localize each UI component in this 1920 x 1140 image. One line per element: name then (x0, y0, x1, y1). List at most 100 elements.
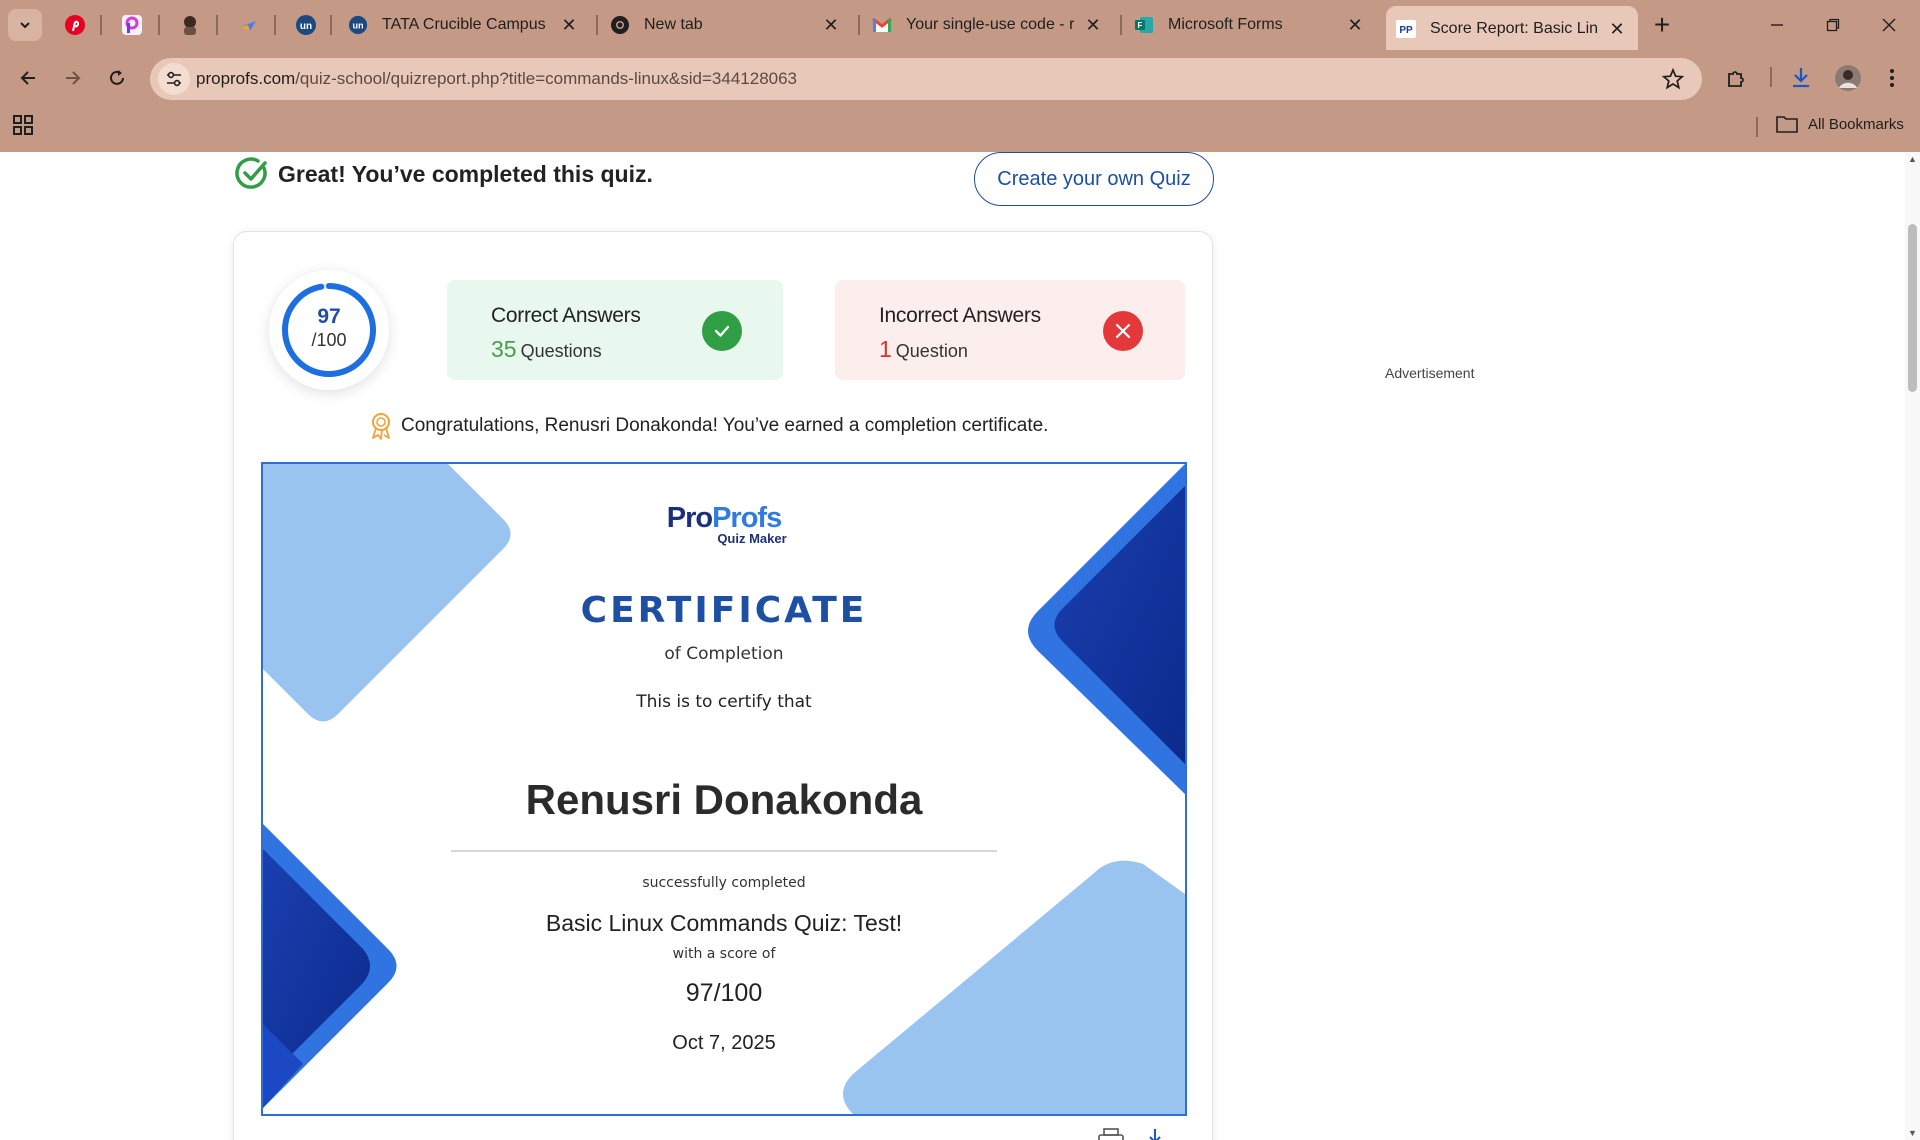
pinned-tab-pinterest[interactable] (58, 9, 92, 41)
score-ring: 97 /100 (269, 270, 389, 390)
close-icon[interactable]: ✕ (1082, 14, 1104, 36)
pinned-tab-avatar[interactable] (173, 9, 207, 41)
cross-badge (1103, 311, 1143, 351)
quiz-complete-banner: Great! You’ve completed this quiz. (234, 156, 653, 192)
url-text[interactable]: proprofs.com/quiz-school/quizreport.php?… (196, 69, 797, 89)
pinned-tab-gemini[interactable] (231, 9, 265, 41)
print-icon (1098, 1128, 1124, 1140)
address-bar[interactable]: proprofs.com/quiz-school/quizreport.php?… (150, 58, 1702, 100)
certificate: ProProfs Quiz Maker CERTIFICATE of Compl… (261, 462, 1187, 1116)
chrome-icon (611, 16, 629, 34)
tab-strip: un un TATA Crucible Campus Qu ✕ New tab … (0, 0, 1920, 50)
menu-button[interactable] (1876, 62, 1908, 94)
check-circle-icon (235, 157, 267, 189)
quiz-complete-text: Great! You’ve completed this quiz. (278, 160, 653, 187)
close-icon[interactable]: ✕ (820, 14, 842, 36)
certificate-date: Oct 7, 2025 (672, 1032, 776, 1054)
name-divider (451, 850, 997, 852)
close-window-button[interactable] (1866, 8, 1912, 42)
apps-button[interactable] (12, 114, 34, 141)
pinned-tab-unstop[interactable]: un (289, 9, 323, 41)
congrats-message: Congratulations, Renusri Donakonda! You’… (369, 412, 1048, 440)
arrow-left-icon (20, 71, 35, 85)
profile-avatar[interactable] (1832, 62, 1864, 94)
download-certificate-button[interactable] (1144, 1128, 1166, 1140)
star-icon (1661, 67, 1685, 90)
create-quiz-button[interactable]: Create your own Quiz (974, 152, 1214, 206)
advertisement-label: Advertisement (1385, 365, 1475, 381)
reload-icon (110, 70, 124, 85)
bookmark-star-button[interactable] (1661, 67, 1685, 95)
tune-icon (167, 71, 181, 87)
close-icon[interactable]: ✕ (1606, 18, 1628, 40)
proprofs-icon: PP (1396, 20, 1416, 38)
scroll-thumb[interactable] (1908, 224, 1917, 392)
extensions-button[interactable] (1720, 62, 1752, 94)
incorrect-answers-count: 1 Question (879, 336, 968, 363)
forward-button[interactable] (57, 62, 89, 94)
tab-new-tab[interactable]: New tab ✕ (600, 8, 852, 42)
quiz-name: Basic Linux Commands Quiz: Test! (545, 910, 903, 936)
tab-microsoft-forms[interactable]: F Microsoft Forms ✕ (1124, 8, 1376, 42)
page-scrollbar[interactable]: ▲ ▼ (1905, 152, 1920, 1140)
tab-title: Your single-use code - ren (906, 16, 1074, 33)
restore-button[interactable] (1810, 8, 1856, 42)
certificate-title: CERTIFICATE (580, 590, 868, 631)
minimize-icon (1771, 24, 1783, 26)
forms-icon: F (1135, 17, 1153, 33)
close-icon (1115, 323, 1131, 339)
more-vertical-icon (1890, 69, 1894, 87)
downloads-button[interactable] (1785, 62, 1817, 94)
close-icon (1882, 18, 1896, 32)
scroll-down-arrow[interactable]: ▼ (1907, 1128, 1918, 1138)
url-path: /quiz-school/quizreport.php?title=comman… (295, 69, 798, 88)
recipient-name: Renusri Donakonda (525, 776, 923, 823)
incorrect-unit: Question (895, 341, 968, 361)
completed-text: successfully completed (642, 875, 806, 891)
svg-text:F: F (1138, 21, 1143, 30)
svg-text:PP: PP (1399, 25, 1413, 36)
correct-answers-title: Correct Answers (491, 304, 641, 327)
check-badge (702, 311, 742, 351)
logo-pro: Pro (666, 502, 713, 534)
incorrect-answers-panel: Incorrect Answers 1 Question (835, 280, 1185, 380)
pinterest-icon (65, 15, 85, 35)
minimize-button[interactable] (1754, 8, 1800, 42)
score-value: 97 (317, 305, 341, 328)
unstop-icon: un (348, 15, 368, 35)
print-button[interactable] (1098, 1128, 1124, 1140)
scroll-up-arrow[interactable]: ▲ (1907, 154, 1918, 164)
close-icon[interactable]: ✕ (1344, 14, 1366, 36)
correct-unit: Questions (520, 341, 602, 361)
certificate-score: 97/100 (685, 979, 763, 1007)
gemini-icon (240, 21, 256, 31)
unstop-icon: un (296, 15, 316, 35)
certificate-tools (1098, 1128, 1166, 1140)
tab-gmail-code[interactable]: Your single-use code - ren ✕ (862, 8, 1114, 42)
browser-toolbar: proprofs.com/quiz-school/quizreport.php?… (0, 50, 1920, 158)
tab-search-button[interactable] (8, 9, 42, 41)
all-bookmarks-label: All Bookmarks (1808, 115, 1904, 133)
restore-icon (1826, 18, 1840, 32)
folder-icon (1776, 116, 1798, 133)
tab-tata-crucible[interactable]: un TATA Crucible Campus Qu ✕ (338, 8, 590, 42)
site-info-button[interactable] (158, 63, 190, 95)
logo-subtitle: Quiz Maker (717, 531, 787, 546)
tab-title: Score Report: Basic Linux C (1430, 20, 1598, 37)
tab-score-report[interactable]: PP Score Report: Basic Linux C ✕ (1386, 6, 1638, 50)
tab-title: New tab (644, 16, 703, 33)
back-button[interactable] (12, 62, 44, 94)
score-report-card: 97 /100 Correct Answers 35 Questions Inco… (233, 231, 1213, 1140)
correct-count: 35 (491, 336, 517, 362)
new-tab-button[interactable]: + (1647, 9, 1677, 40)
character-icon (184, 16, 196, 35)
apps-grid-icon (13, 115, 33, 135)
congrats-text: Congratulations, Renusri Donakonda! You’… (401, 415, 1049, 436)
all-bookmarks-button[interactable]: All Bookmarks (1776, 115, 1904, 133)
pinned-tab-app[interactable] (115, 9, 149, 41)
reload-button[interactable] (101, 62, 133, 94)
url-host: proprofs.com (196, 69, 296, 88)
close-icon[interactable]: ✕ (558, 14, 580, 36)
correct-answers-count: 35 Questions (491, 336, 602, 363)
incorrect-count: 1 (879, 336, 892, 362)
